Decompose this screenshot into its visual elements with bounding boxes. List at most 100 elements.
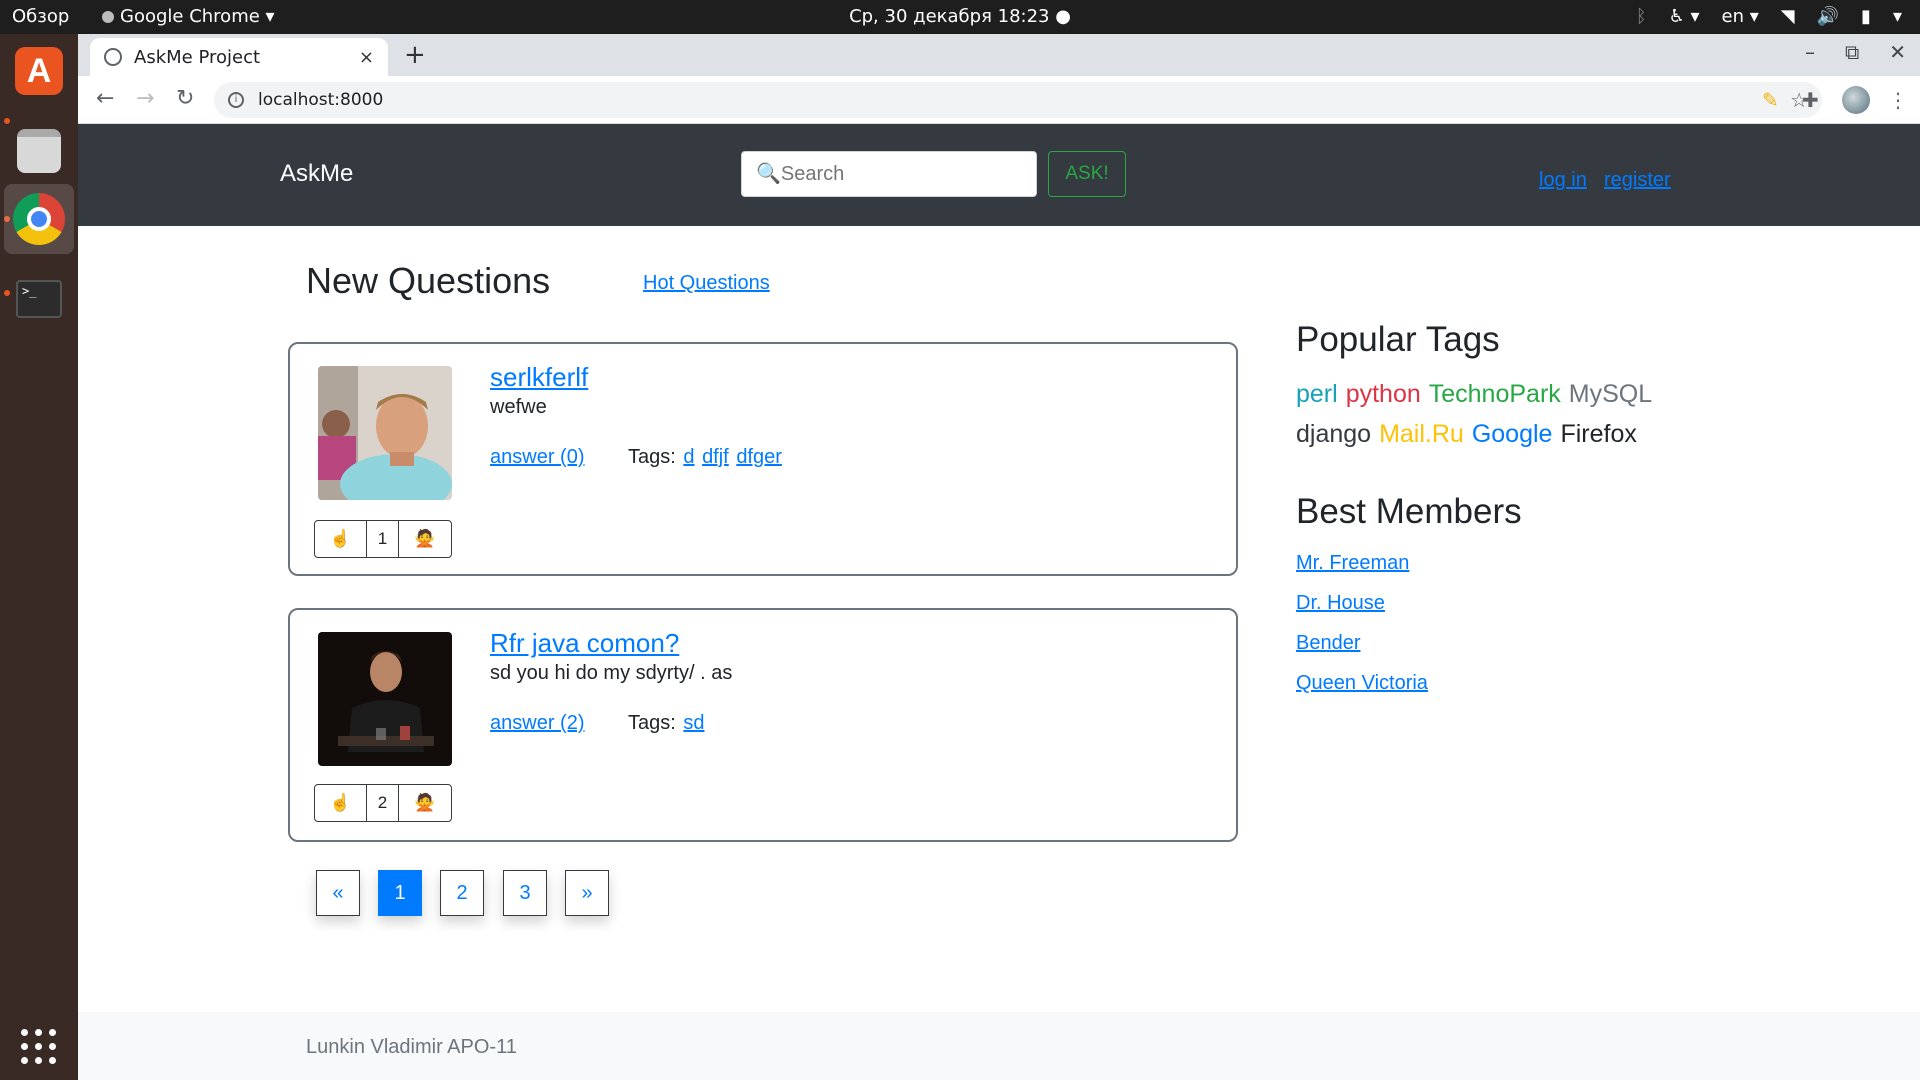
downvote-button[interactable]: 🙅	[399, 785, 451, 821]
close-window-icon[interactable]: ✕	[1889, 40, 1906, 64]
author-avatar	[318, 366, 452, 500]
web-page: AskMe ASK! log in register New Questions…	[78, 124, 1920, 1080]
show-applications-button[interactable]	[10, 1018, 68, 1076]
author-photo-2	[318, 632, 452, 766]
member-link[interactable]: Mr. Freeman	[1296, 552, 1409, 575]
window-controls: – ⧉ ✕	[1805, 40, 1906, 64]
tag-link[interactable]: sd	[683, 712, 704, 734]
chrome-launcher[interactable]	[4, 184, 74, 254]
terminal-launcher[interactable]: >_	[10, 270, 68, 328]
question-title-link[interactable]: serlkferlf	[490, 362, 588, 393]
popular-tags-heading: Popular Tags	[1296, 320, 1500, 359]
pagination-page-1[interactable]: 1	[378, 870, 422, 916]
popular-tag[interactable]: python	[1346, 380, 1421, 408]
address-bar[interactable]: i localhost:8000 ☆	[214, 82, 1822, 118]
downvote-button[interactable]: 🙅	[399, 521, 451, 557]
browser-tab-strip: AskMe Project × + – ⧉ ✕	[78, 34, 1920, 76]
upvote-button[interactable]: ☝	[315, 521, 367, 557]
tag-link[interactable]: d	[683, 446, 694, 468]
pagination-prev[interactable]: «	[316, 870, 360, 916]
question-text: wefwe	[490, 396, 547, 418]
question-tags: Tags: sd	[628, 712, 705, 735]
popular-tags-cloud: perl python TechnoPark MySQL django Mail.Ru G…	[1296, 374, 1696, 454]
member-link[interactable]: Bender	[1296, 632, 1361, 655]
running-indicator	[4, 118, 10, 124]
new-tab-button[interactable]: +	[404, 40, 426, 70]
pagination-page-2[interactable]: 2	[440, 870, 484, 916]
dock: A >_	[0, 34, 78, 1080]
pagination-page-3[interactable]: 3	[503, 870, 547, 916]
browser-toolbar: ← → ↻ i localhost:8000 ☆ ✎ ✚ ⋮	[78, 76, 1920, 124]
system-top-bar: Обзор Google Chrome ▾ Ср, 30 декабря 18:…	[0, 0, 1920, 34]
wifi-icon[interactable]: ◥	[1781, 0, 1795, 34]
vote-widget: ☝ 2 🙅	[314, 784, 452, 822]
register-link[interactable]: register	[1604, 169, 1671, 192]
question-card: ☝ 2 🙅 Rfr java comon? sd you hi do my sd…	[288, 608, 1238, 842]
forward-arrow-icon[interactable]: →	[136, 86, 154, 111]
tags-label: Tags:	[628, 712, 676, 734]
chrome-icon	[13, 193, 65, 245]
clock[interactable]: Ср, 30 декабря 18:23 ●	[0, 0, 1920, 34]
chrome-menu-icon[interactable]: ⋮	[1888, 88, 1908, 112]
answer-link[interactable]: answer (0)	[490, 446, 584, 469]
author-photo-1	[318, 366, 452, 500]
pagination-next[interactable]: »	[565, 870, 609, 916]
page-title: New Questions	[306, 260, 551, 301]
profile-avatar-icon[interactable]	[1842, 86, 1870, 114]
question-tags: Tags: d dfjf dfger	[628, 446, 782, 469]
site-footer: Lunkin Vladimir APO-11	[78, 1012, 1920, 1080]
login-link[interactable]: log in	[1539, 169, 1587, 192]
answer-link[interactable]: answer (2)	[490, 712, 584, 735]
author-avatar	[318, 632, 452, 766]
back-arrow-icon[interactable]: ←	[96, 86, 114, 111]
popular-tag[interactable]: perl	[1296, 380, 1338, 408]
vote-count: 2	[367, 785, 399, 821]
software-center-launcher[interactable]: A	[10, 42, 68, 100]
upvote-button[interactable]: ☝	[315, 785, 367, 821]
power-menu-icon[interactable]: ▾	[1893, 0, 1902, 34]
best-members-heading: Best Members	[1296, 492, 1522, 531]
reload-icon[interactable]: ↻	[176, 86, 194, 111]
hot-questions-link[interactable]: Hot Questions	[643, 272, 770, 295]
files-icon	[17, 129, 61, 173]
battery-icon[interactable]: ▮	[1861, 0, 1871, 34]
member-link[interactable]: Queen Victoria	[1296, 672, 1428, 695]
volume-icon[interactable]: 🔊	[1817, 0, 1839, 34]
ask-button[interactable]: ASK!	[1048, 151, 1126, 197]
popular-tag[interactable]: Mail.Ru	[1379, 420, 1464, 448]
popular-tag[interactable]: MySQL	[1569, 380, 1652, 408]
popular-tag[interactable]: django	[1296, 420, 1371, 448]
footer-text: Lunkin Vladimir APO-11	[306, 1036, 517, 1058]
popular-tag[interactable]: TechnoPark	[1429, 380, 1561, 408]
minimize-icon[interactable]: –	[1805, 40, 1815, 64]
tab-close-icon[interactable]: ×	[359, 47, 374, 68]
tag-link[interactable]: dfger	[736, 446, 782, 468]
question-text: sd you hi do my sdyrty/ . as	[490, 662, 733, 684]
vote-count: 1	[367, 521, 399, 557]
files-launcher[interactable]	[10, 122, 68, 180]
browser-tab[interactable]: AskMe Project ×	[90, 38, 388, 76]
site-info-icon[interactable]: i	[228, 92, 244, 108]
accessibility-icon[interactable]: ♿ ▾	[1669, 0, 1700, 34]
question-card: ☝ 1 🙅 serlkferlf wefwe answer (0) Tags: …	[288, 342, 1238, 576]
search-input[interactable]	[741, 151, 1037, 197]
restore-icon[interactable]: ⧉	[1845, 40, 1859, 64]
member-link[interactable]: Dr. House	[1296, 592, 1385, 615]
extensions-puzzle-icon[interactable]: ✚	[1802, 88, 1819, 112]
tags-label: Tags:	[628, 446, 676, 468]
popular-tag[interactable]: Google	[1472, 420, 1553, 448]
tab-title: AskMe Project	[134, 46, 261, 68]
system-tray[interactable]: ᛒ ♿ ▾ en ▾ ◥ 🔊 ▮ ▾	[1636, 0, 1902, 34]
question-title-link[interactable]: Rfr java comon?	[490, 628, 679, 659]
pencil-extension-icon[interactable]: ✎	[1762, 88, 1779, 112]
bluetooth-icon[interactable]: ᛒ	[1636, 0, 1647, 34]
tag-link[interactable]: dfjf	[702, 446, 729, 468]
globe-icon	[104, 48, 122, 66]
terminal-icon: >_	[16, 280, 62, 318]
language-indicator[interactable]: en ▾	[1722, 0, 1759, 34]
site-navbar: AskMe ASK! log in register	[78, 124, 1920, 226]
popular-tag[interactable]: Firefox	[1560, 420, 1636, 448]
url-text[interactable]: localhost:8000	[258, 90, 1790, 110]
software-center-icon: A	[15, 47, 63, 95]
site-brand[interactable]: AskMe	[280, 160, 353, 188]
